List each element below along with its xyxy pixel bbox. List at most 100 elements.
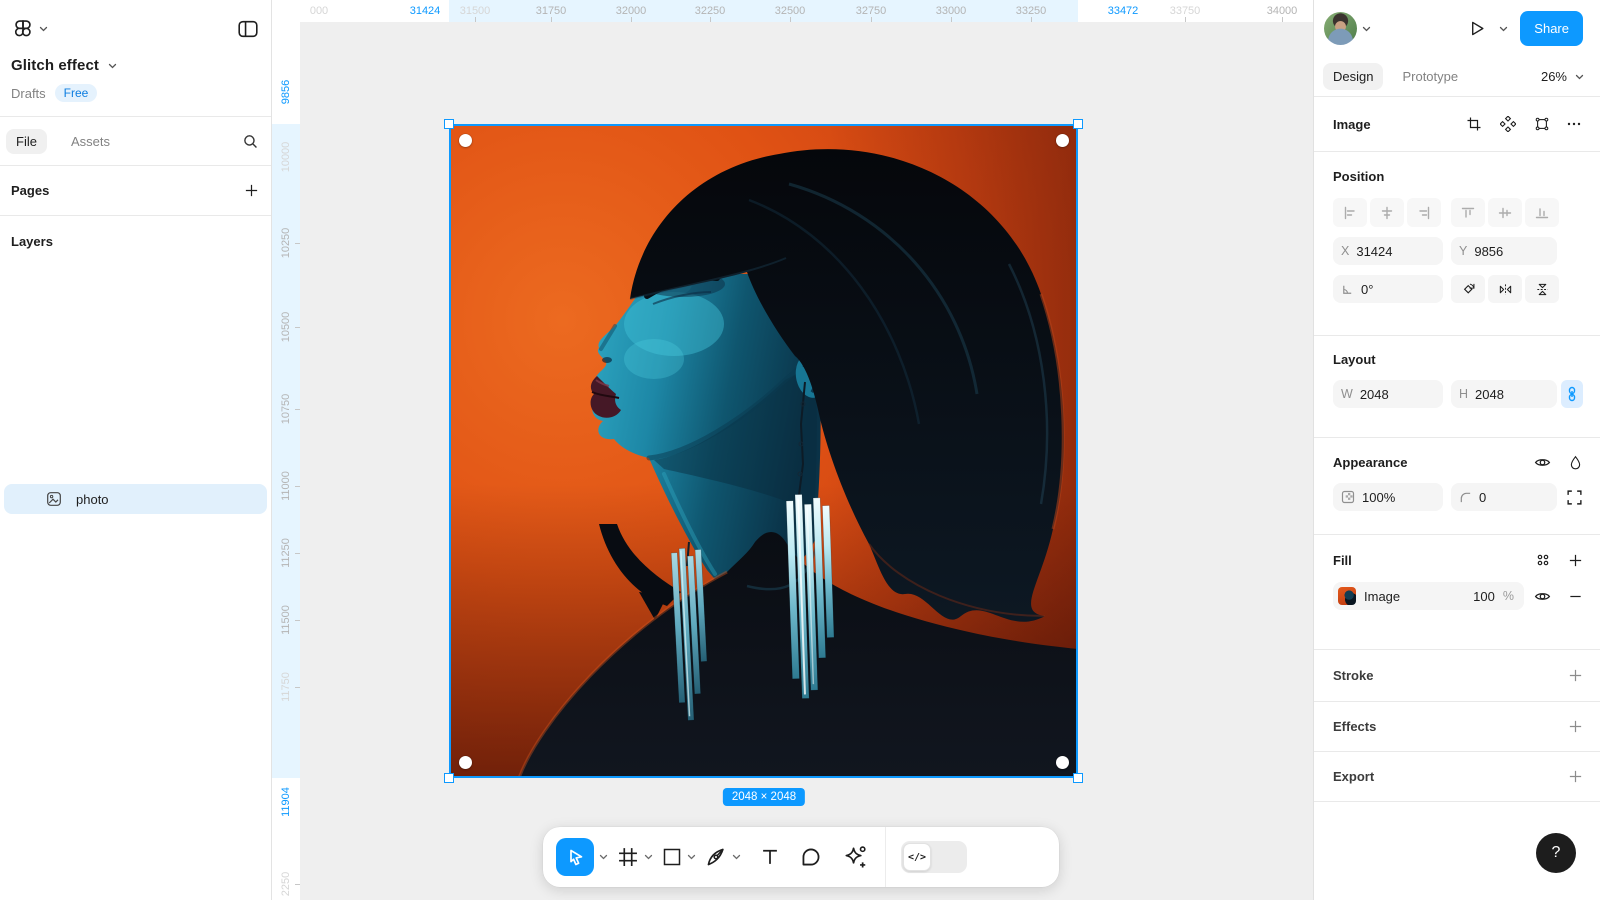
share-button[interactable]: Share (1520, 11, 1583, 46)
radius-handle-top-right[interactable] (1056, 134, 1069, 147)
pen-icon (705, 846, 727, 868)
add-export-icon[interactable] (1568, 769, 1583, 784)
chevron-down-icon[interactable] (39, 26, 48, 32)
ruler-label: 10000 (280, 142, 292, 173)
vertical-ruler: 9856 10000 10250 10500 10750 11000 11250… (272, 22, 300, 900)
selection-handle-bottom-right[interactable] (1073, 773, 1083, 783)
canvas-viewport[interactable]: 2048 × 2048 000 31424 31500 31750 32000 … (272, 0, 1313, 900)
chevron-down-icon[interactable] (1362, 26, 1371, 32)
chevron-down-icon[interactable] (687, 854, 696, 860)
comment-bubble-icon (800, 846, 822, 868)
radius-handle-bottom-right[interactable] (1056, 756, 1069, 769)
ruler-tick (1031, 17, 1032, 22)
tab-design[interactable]: Design (1323, 63, 1383, 90)
help-button[interactable]: ? (1536, 833, 1576, 873)
add-effect-icon[interactable] (1568, 719, 1583, 734)
y-position-input[interactable]: Y 9856 (1451, 237, 1557, 265)
height-input[interactable]: H 2048 (1451, 380, 1557, 408)
constrain-proportions-button[interactable] (1561, 380, 1583, 408)
remove-fill-icon[interactable] (1568, 589, 1583, 604)
rotate-button[interactable] (1451, 275, 1485, 303)
actions-diamond-icon[interactable] (1500, 116, 1516, 132)
layer-item-photo[interactable]: photo (4, 484, 267, 514)
align-right-button[interactable] (1407, 198, 1441, 227)
crop-icon[interactable] (1466, 116, 1482, 132)
plan-badge[interactable]: Free (55, 84, 98, 102)
shape-tool-button[interactable] (662, 847, 682, 867)
eye-icon[interactable] (1534, 454, 1551, 471)
chevron-down-icon[interactable] (1499, 26, 1508, 32)
radius-handle-bottom-left[interactable] (459, 756, 472, 769)
fill-row[interactable]: Image 100 % (1333, 582, 1524, 610)
ruler-tick (631, 17, 632, 22)
pen-tool-button[interactable] (705, 846, 727, 868)
selection-handle-bottom-left[interactable] (444, 773, 454, 783)
chevron-down-icon[interactable] (732, 854, 741, 860)
ruler-label: 34000 (1267, 5, 1298, 17)
x-position-input[interactable]: X 31424 (1333, 237, 1443, 265)
horizontal-ruler: 000 31424 31500 31750 32000 32250 32500 … (272, 0, 1313, 22)
align-top-button[interactable] (1451, 198, 1485, 227)
present-play-icon[interactable] (1469, 20, 1486, 37)
zoom-level[interactable]: 26% (1541, 69, 1567, 84)
ruler-tick (551, 17, 552, 22)
width-input[interactable]: W 2048 (1333, 380, 1443, 408)
actions-tool-button[interactable] (842, 844, 868, 870)
tab-assets[interactable]: Assets (71, 134, 110, 149)
flip-vertical-button[interactable] (1525, 275, 1559, 303)
toolbar-divider (885, 827, 886, 887)
add-page-icon[interactable] (244, 183, 259, 198)
align-left-button[interactable] (1333, 198, 1367, 227)
fill-visibility-eye-icon[interactable] (1534, 588, 1551, 605)
align-vertical-center-button[interactable] (1488, 198, 1522, 227)
add-stroke-icon[interactable] (1568, 668, 1583, 683)
ruler-label: 10250 (280, 228, 292, 259)
ruler-label: 32750 (856, 5, 887, 17)
move-tool-button[interactable] (556, 838, 594, 876)
frame-icon (617, 846, 639, 868)
chevron-down-icon[interactable] (644, 854, 653, 860)
collapse-panel-button[interactable] (237, 18, 259, 40)
align-bottom-button[interactable] (1525, 198, 1559, 227)
comment-tool-button[interactable] (800, 846, 822, 868)
add-fill-icon[interactable] (1568, 553, 1583, 568)
image-layer-icon (46, 491, 62, 507)
position-header: Position (1333, 169, 1583, 184)
more-options-icon[interactable] (1566, 116, 1582, 132)
flip-horizontal-button[interactable] (1488, 275, 1522, 303)
avatar[interactable] (1324, 12, 1357, 45)
expand-corners-icon[interactable] (1566, 489, 1583, 506)
opacity-input[interactable]: 100% (1333, 483, 1443, 511)
rotation-input[interactable]: 0° (1333, 275, 1443, 303)
radius-handle-top-left[interactable] (459, 134, 472, 147)
frame-selection-icon[interactable] (1534, 116, 1550, 132)
ruler-label: 31424 (410, 5, 441, 17)
corner-radius-icon (1459, 491, 1472, 504)
chevron-down-icon[interactable] (108, 63, 117, 69)
align-bottom-icon (1535, 206, 1549, 220)
chevron-down-icon[interactable] (1575, 74, 1584, 80)
appearance-header: Appearance (1333, 455, 1407, 470)
figma-menu-button[interactable] (12, 18, 34, 40)
frame-tool-button[interactable] (617, 846, 639, 868)
blend-droplet-icon[interactable] (1568, 455, 1583, 470)
figma-logo-icon (12, 18, 34, 40)
align-horizontal-center-button[interactable] (1370, 198, 1404, 227)
selection-handle-top-left[interactable] (444, 119, 454, 129)
h-value: 2048 (1475, 387, 1504, 402)
file-title[interactable]: Glitch effect (11, 57, 99, 74)
photo-image[interactable] (449, 124, 1078, 778)
styles-grid-icon[interactable] (1535, 552, 1551, 568)
dev-mode-toggle[interactable]: </> (901, 841, 967, 873)
ruler-tick (1282, 17, 1283, 22)
chevron-down-icon[interactable] (599, 854, 608, 860)
corner-radius-input[interactable]: 0 (1451, 483, 1557, 511)
tab-prototype[interactable]: Prototype (1402, 69, 1458, 84)
ruler-tick (295, 687, 300, 688)
selection-handle-top-right[interactable] (1073, 119, 1083, 129)
ruler-tick (295, 486, 300, 487)
export-header: Export (1333, 769, 1374, 784)
text-tool-button[interactable] (760, 847, 780, 867)
search-icon[interactable] (242, 133, 259, 150)
tab-file[interactable]: File (6, 129, 47, 154)
